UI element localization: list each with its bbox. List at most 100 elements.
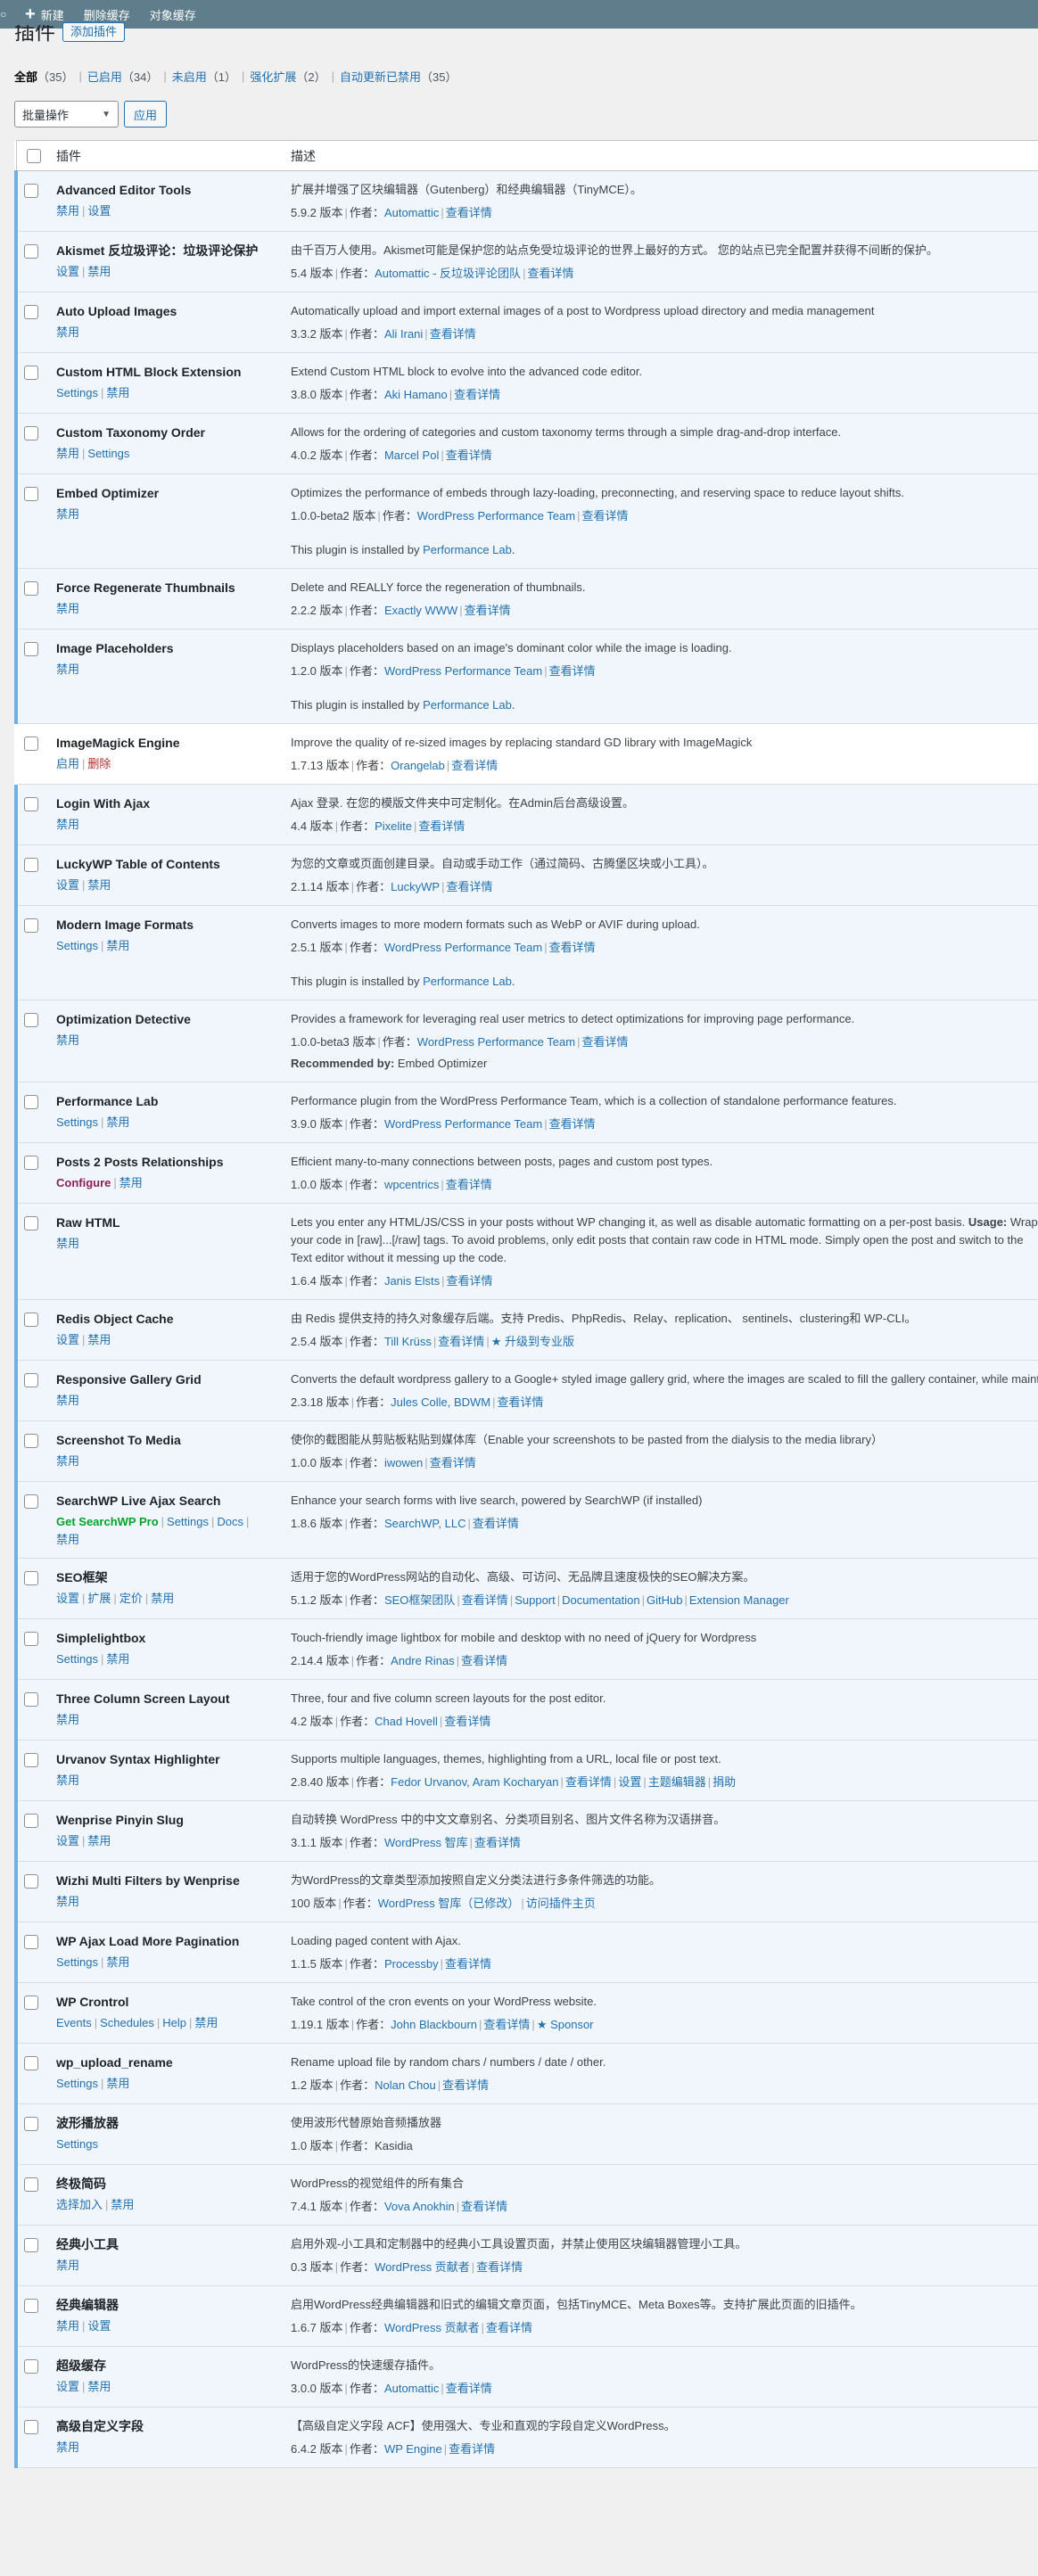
plugin-action-link[interactable]: 设置 (56, 1834, 79, 1848)
plugin-star-link[interactable]: ★ 升级到专业版 (491, 1335, 574, 1348)
plugin-author-link[interactable]: SEO框架团队 (384, 1593, 455, 1607)
plugin-action-link[interactable]: 设置 (56, 1592, 79, 1605)
plugin-author-link[interactable]: Aki Hamano (384, 388, 448, 401)
plugin-meta-link[interactable]: 查看详情 (486, 2321, 532, 2334)
installed-by-link[interactable]: Performance Lab (423, 543, 512, 556)
plugin-action-link[interactable]: 禁用 (56, 1713, 79, 1726)
plugin-action-link[interactable]: Help (162, 2016, 186, 2029)
plugin-checkbox[interactable] (24, 184, 38, 198)
plugin-meta-link[interactable]: 查看详情 (549, 664, 596, 678)
plugin-action-link[interactable]: 禁用 (56, 602, 79, 615)
plugin-meta-link[interactable]: Documentation (562, 1593, 639, 1607)
plugin-checkbox[interactable] (24, 737, 38, 751)
installed-by-link[interactable]: Performance Lab (423, 975, 512, 988)
plugin-checkbox[interactable] (24, 1571, 38, 1585)
plugin-checkbox[interactable] (24, 2117, 38, 2131)
plugin-action-link[interactable]: 禁用 (106, 1955, 129, 1969)
plugin-meta-link[interactable]: 查看详情 (444, 1715, 490, 1728)
plugin-checkbox[interactable] (24, 305, 38, 319)
plugin-author-link[interactable]: WordPress 智库 (384, 1836, 468, 1849)
plugin-checkbox[interactable] (24, 1996, 38, 2010)
apply-button[interactable]: 应用 (124, 101, 168, 128)
plugin-meta-link[interactable]: 查看详情 (454, 388, 500, 401)
plugin-meta-link[interactable]: 查看详情 (581, 1035, 628, 1049)
plugin-action-link[interactable]: Settings (56, 2137, 98, 2151)
plugin-meta-link[interactable]: 查看详情 (445, 1957, 491, 1971)
plugin-meta-link[interactable]: 查看详情 (446, 206, 492, 219)
plugin-checkbox[interactable] (24, 2056, 38, 2070)
plugin-author-link[interactable]: WordPress 智库（已修改） (378, 1897, 520, 1910)
plugin-meta-link[interactable]: 查看详情 (498, 1395, 544, 1409)
wordpress-logo-icon[interactable]: ○ (0, 8, 9, 21)
plugin-action-link[interactable]: 设置 (87, 2319, 111, 2333)
plugin-meta-link[interactable]: Support (515, 1593, 556, 1607)
plugin-action-link[interactable]: 禁用 (87, 265, 111, 278)
plugin-meta-link[interactable]: 查看详情 (446, 880, 492, 893)
plugin-checkbox[interactable] (24, 1156, 38, 1170)
plugin-author-link[interactable]: LuckyWP (391, 880, 440, 893)
plugin-meta-link[interactable]: 访问插件主页 (526, 1897, 596, 1910)
plugin-checkbox[interactable] (24, 366, 38, 380)
filter-link[interactable]: 未启用 (172, 68, 207, 85)
plugin-action-link[interactable]: 禁用 (56, 1895, 79, 1908)
plugin-action-link[interactable]: 禁用 (56, 1454, 79, 1468)
plugin-action-link[interactable]: 设置 (87, 204, 111, 218)
plugin-action-link[interactable]: 禁用 (56, 1533, 79, 1546)
plugin-meta-link[interactable]: 查看详情 (549, 1117, 596, 1131)
plugin-checkbox[interactable] (24, 2238, 38, 2252)
plugin-action-link[interactable]: Settings (56, 1652, 98, 1666)
plugin-meta-link[interactable]: GitHub (647, 1593, 682, 1607)
plugin-author-link[interactable]: Nolan Chou (375, 2078, 436, 2092)
installed-by-link[interactable]: Performance Lab (423, 698, 512, 712)
plugin-meta-link[interactable]: 查看详情 (430, 1456, 476, 1469)
plugin-meta-link[interactable]: 查看详情 (446, 449, 492, 462)
plugin-author-link[interactable]: iwowen (384, 1456, 423, 1469)
plugin-checkbox[interactable] (24, 858, 38, 872)
plugin-action-link[interactable]: 设置 (56, 265, 79, 278)
plugin-action-link[interactable]: 选择加入 (56, 2198, 103, 2211)
admin-bar-purge-cache[interactable]: 删除缓存 (84, 6, 130, 23)
plugin-action-link[interactable]: 禁用 (87, 1333, 111, 1346)
plugin-checkbox[interactable] (24, 244, 38, 259)
plugin-meta-link[interactable]: 设置 (618, 1775, 641, 1789)
plugin-meta-link[interactable]: 查看详情 (581, 509, 628, 523)
plugin-action-link[interactable]: 禁用 (106, 939, 129, 952)
plugin-author-link[interactable]: Exactly WWW (384, 604, 457, 617)
plugin-author-link[interactable]: WordPress 贡献者 (375, 2260, 470, 2274)
plugin-checkbox[interactable] (24, 1632, 38, 1646)
select-all-checkbox[interactable] (26, 148, 41, 163)
plugin-author-link[interactable]: Automattic - 反垃圾评论团队 (375, 267, 521, 280)
plugin-action-link[interactable]: 禁用 (106, 1652, 129, 1666)
plugin-meta-link[interactable]: 查看详情 (449, 2442, 495, 2456)
plugin-meta-link[interactable]: 查看详情 (527, 267, 573, 280)
plugin-action-link[interactable]: Configure (56, 1176, 111, 1189)
plugin-checkbox[interactable] (24, 1753, 38, 1767)
filter-link[interactable]: 全部 (14, 68, 37, 85)
filter-link[interactable]: 自动更新已禁用 (340, 68, 421, 85)
bulk-action-select[interactable]: 批量操作 ▼ (14, 101, 119, 128)
plugin-meta-link[interactable]: 查看详情 (446, 1178, 492, 1191)
plugin-action-link[interactable]: 禁用 (119, 1176, 143, 1189)
plugin-meta-link[interactable]: 查看详情 (442, 2078, 489, 2092)
plugin-checkbox[interactable] (24, 918, 38, 933)
plugin-checkbox[interactable] (24, 2299, 38, 2313)
plugin-author-link[interactable]: Vova Anokhin (384, 2200, 455, 2213)
plugin-checkbox[interactable] (24, 1874, 38, 1889)
plugin-action-link[interactable]: 扩展 (87, 1592, 111, 1605)
plugin-action-link[interactable]: 禁用 (56, 2319, 79, 2333)
plugin-action-link[interactable]: 禁用 (56, 2259, 79, 2272)
plugin-meta-link[interactable]: 查看详情 (474, 1836, 521, 1849)
plugin-author-link[interactable]: Marcel Pol (384, 449, 439, 462)
plugin-action-link[interactable]: 禁用 (56, 1237, 79, 1250)
plugin-meta-link[interactable]: 查看详情 (473, 1517, 519, 1530)
plugin-author-link[interactable]: Fedor Urvanov, Aram Kocharyan (391, 1775, 558, 1789)
plugin-action-link[interactable]: 禁用 (56, 507, 79, 521)
plugin-action-link[interactable]: Settings (56, 939, 98, 952)
plugin-meta-link[interactable]: 查看详情 (462, 1593, 508, 1607)
admin-bar-new[interactable]: + 新建 (25, 5, 64, 23)
plugin-author-link[interactable]: WordPress Performance Team (384, 664, 542, 678)
plugin-author-link[interactable]: John Blackbourn (391, 2018, 477, 2031)
plugin-action-link[interactable]: Settings (56, 1115, 98, 1129)
plugin-action-link[interactable]: 禁用 (56, 1774, 79, 1787)
plugin-checkbox[interactable] (24, 1373, 38, 1387)
